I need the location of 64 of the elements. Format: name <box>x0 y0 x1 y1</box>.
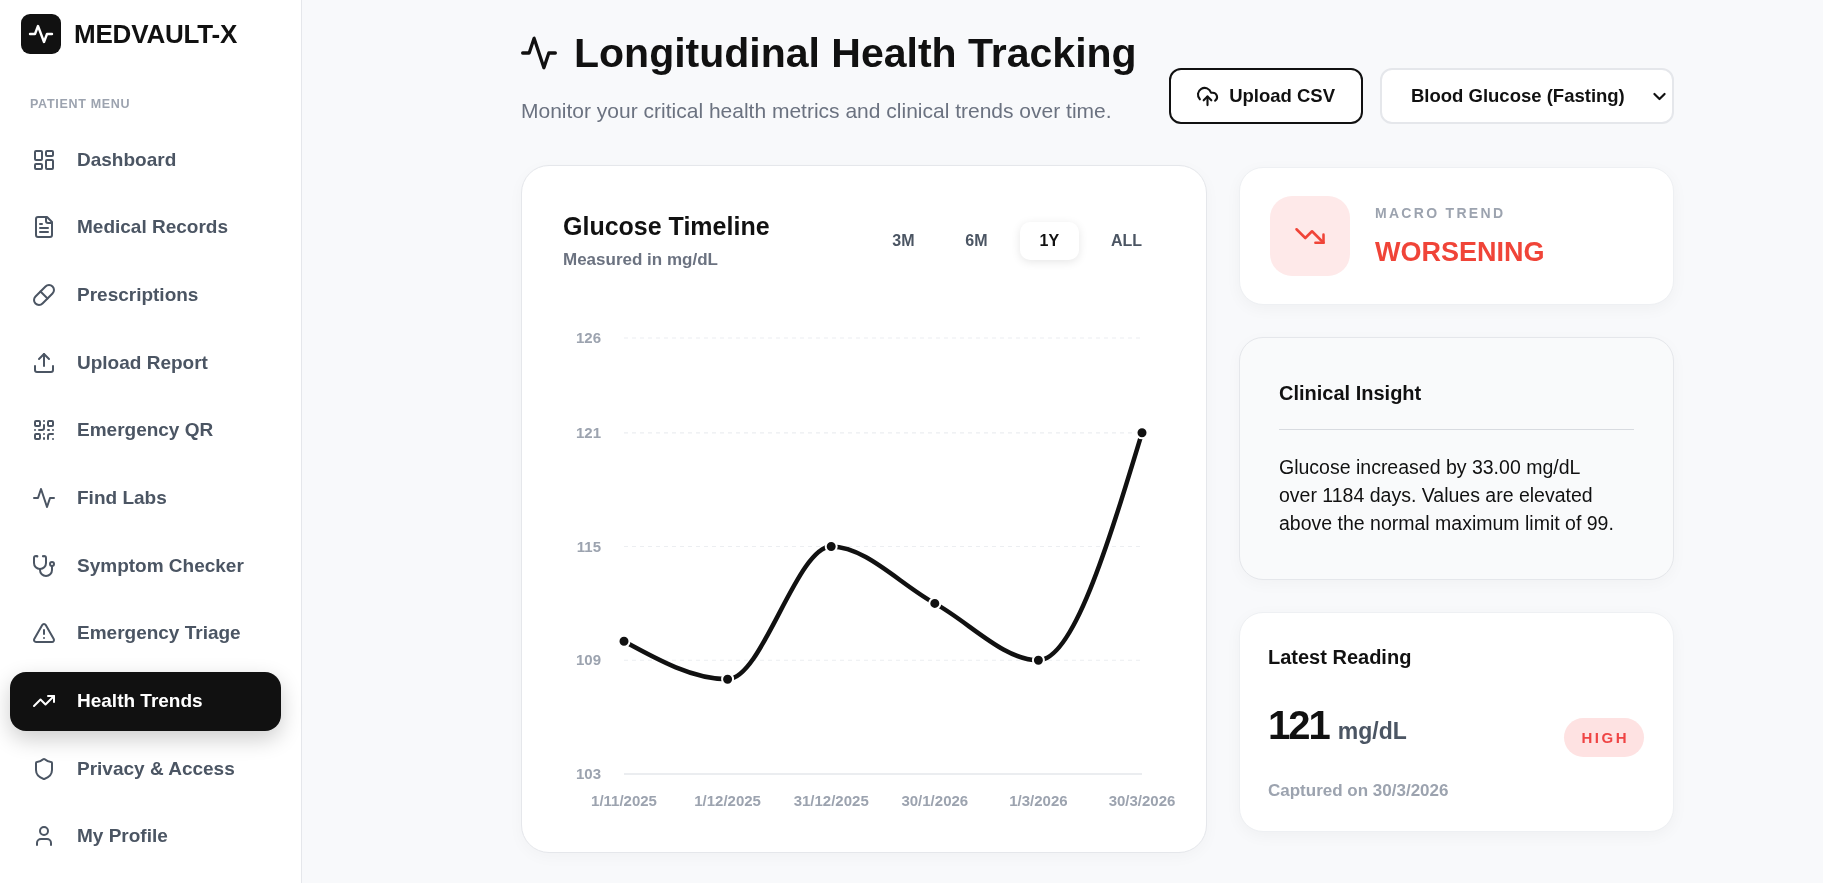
metric-dropdown[interactable]: Blood Glucose (Fasting) <box>1380 68 1674 124</box>
y-axis-label: 121 <box>575 423 601 441</box>
data-point <box>1135 426 1149 440</box>
range-tab[interactable]: 3M <box>873 221 933 260</box>
card-title: Clinical Insight <box>1279 381 1423 405</box>
reading-value: 121 <box>1268 703 1329 747</box>
shield-icon <box>33 757 55 780</box>
x-axis-label: 30/3/2026 <box>1108 792 1176 809</box>
reading-unit: mg/dL <box>1337 718 1407 745</box>
sidebar-item[interactable]: Symptom Checker <box>10 536 281 596</box>
x-axis-label: 1/3/2026 <box>1009 792 1068 809</box>
sidebar-item[interactable]: Upload Report <box>10 333 281 393</box>
pulse-icon <box>21 14 61 54</box>
sidebar-item[interactable]: My Profile <box>10 806 281 866</box>
card-title: Latest Reading <box>1268 645 1413 669</box>
x-axis-label: 1/12/2025 <box>694 792 761 809</box>
sidebar-item[interactable]: Prescriptions <box>10 265 281 325</box>
data-point <box>1031 653 1045 667</box>
pulse-icon <box>521 35 557 71</box>
data-point <box>721 672 735 686</box>
sidebar-item[interactable]: Find Labs <box>10 468 281 528</box>
trend-value: WORSENING <box>1375 235 1545 268</box>
user-icon <box>33 825 55 848</box>
y-axis-label: 103 <box>575 765 601 782</box>
trend-label: MACRO TREND <box>1375 204 1507 222</box>
data-point <box>824 540 838 553</box>
card-title: Glucose Timeline <box>563 211 770 241</box>
sidebar-item[interactable]: Dashboard <box>10 130 281 189</box>
status-badge: HIGH <box>1564 718 1644 757</box>
cloud-upload-icon <box>1197 85 1219 107</box>
brand-name: MEDVAULT-X <box>74 19 238 49</box>
insight-text: Glucose increased by 33.00 mg/dL over 1184 days. Values are elevated above the normal maximum limit of 99. <box>1279 455 1615 536</box>
document-icon <box>33 216 55 239</box>
y-axis-label: 126 <box>575 329 601 346</box>
upload-csv-button[interactable]: Upload CSV <box>1169 68 1363 124</box>
sidebar-item[interactable]: Emergency Triage <box>10 603 281 663</box>
sidebar-item[interactable]: Emergency QR <box>10 400 281 460</box>
grid-icon <box>33 148 55 171</box>
x-axis-label: 31/12/2025 <box>793 792 869 809</box>
warning-icon <box>33 622 55 645</box>
sidebar-item[interactable]: Medical Records <box>10 197 281 257</box>
card-subtitle: Measured in mg/dL <box>563 250 719 270</box>
y-axis-label: 115 <box>576 537 601 555</box>
x-axis-label: 30/1/2026 <box>901 792 969 809</box>
pill-icon <box>33 283 55 306</box>
trending-down-icon <box>1270 196 1350 276</box>
capture-date: Captured on 30/3/2026 <box>1268 781 1450 801</box>
y-axis-label: 109 <box>575 651 601 669</box>
range-tab[interactable]: ALL <box>1092 221 1160 260</box>
sidebar-item[interactable]: Health Trends <box>10 671 281 731</box>
upload-icon <box>33 351 55 374</box>
x-axis-label: 1/11/2025 <box>591 792 657 809</box>
qr-code-icon <box>33 419 55 442</box>
page-title: Longitudinal Health Tracking <box>574 29 1137 78</box>
page-subtitle: Monitor your critical health metrics and clinical trends over time. <box>521 98 1113 124</box>
sidebar-item[interactable]: Privacy & Access <box>10 739 281 799</box>
range-tab[interactable]: 6M <box>946 221 1006 260</box>
section-label: PATIENT MENU <box>30 97 132 112</box>
pulse-icon <box>33 486 55 509</box>
range-tab[interactable]: 1Y <box>1019 221 1079 260</box>
chevron-down-icon <box>1654 92 1665 100</box>
data-point <box>928 596 942 610</box>
data-point <box>617 634 631 648</box>
stethoscope-icon <box>33 554 55 577</box>
